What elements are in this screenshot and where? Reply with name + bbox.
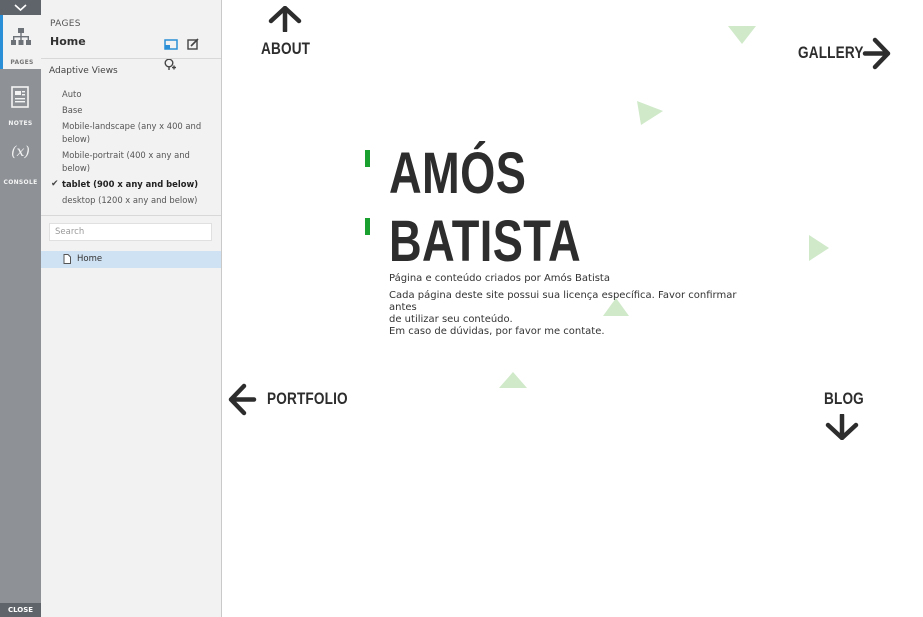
rail-notes-label: NOTES	[8, 120, 33, 127]
triangle-decoration	[499, 372, 527, 388]
arrow-down-icon[interactable]	[825, 414, 859, 440]
edit-page-icon[interactable]	[187, 35, 199, 54]
triangle-decoration	[637, 101, 663, 125]
divider	[41, 215, 221, 216]
current-page-name: Home	[50, 35, 86, 48]
notes-icon	[11, 86, 29, 108]
rail-console-label: CONSOLE	[3, 179, 38, 186]
tree-item-label: Home	[77, 254, 103, 264]
arrow-right-icon[interactable]	[862, 37, 892, 70]
license-line-3: de utilizar seu conteúdo.	[389, 314, 513, 325]
adaptive-views-title: Adaptive Views	[49, 66, 118, 76]
license-line-4: Em caso de dúvidas, por favor me contate…	[389, 326, 605, 337]
license-line-2: antes	[389, 302, 417, 313]
page-canvas: ABOUT GALLERY PORTFOLIO BLOG AMÓS BATIST…	[222, 0, 923, 617]
panel-section-label: PAGES	[50, 19, 81, 29]
chevron-down-icon	[14, 4, 27, 12]
view-item-tablet[interactable]: ✔ tablet (900 x any and below)	[51, 178, 212, 191]
left-rail: PAGES NOTES (x) CONSOLE CLOSE	[0, 0, 41, 617]
rail-pages-button[interactable]: PAGES	[0, 15, 41, 69]
divider	[41, 58, 221, 59]
rail-notes-button[interactable]: NOTES	[0, 76, 41, 130]
view-item-desktop[interactable]: desktop (1200 x any and below)	[62, 194, 212, 207]
adaptive-view-icon[interactable]	[164, 35, 178, 54]
title-line-1: AMÓS	[389, 141, 527, 206]
sitemap-icon	[11, 28, 31, 45]
collapse-toggle[interactable]	[0, 0, 41, 15]
rail-console-button[interactable]: (x) CONSOLE	[0, 135, 41, 189]
rail-close-button[interactable]: CLOSE	[0, 603, 41, 617]
credit-text: Página e conteúdo criados por Amós Batis…	[389, 273, 610, 284]
view-item-base[interactable]: Base	[62, 104, 212, 117]
panel-toolbar	[164, 34, 221, 70]
license-line-1: Cada página deste site possui sua licenç…	[389, 290, 737, 301]
view-item-auto[interactable]: Auto	[62, 88, 212, 101]
checkmark-icon: ✔	[51, 179, 59, 189]
view-item-mobile-landscape[interactable]: Mobile-landscape (any x 400 and below)	[62, 120, 212, 146]
accent-bar	[365, 218, 370, 235]
arrow-up-icon[interactable]	[268, 6, 302, 32]
view-item-mobile-portrait[interactable]: Mobile-portrait (400 x any and below)	[62, 149, 212, 175]
pages-panel: PAGES Home Adaptive Views Auto Base Mobi…	[41, 0, 222, 617]
triangle-decoration	[809, 235, 829, 261]
rail-pages-label: PAGES	[10, 59, 34, 66]
nav-about-link[interactable]: ABOUT	[261, 39, 310, 59]
variable-x-icon: (x)	[11, 144, 30, 160]
page-icon	[63, 254, 71, 264]
triangle-decoration	[728, 26, 756, 44]
nav-blog-link[interactable]: BLOG	[824, 389, 864, 409]
nav-portfolio-link[interactable]: PORTFOLIO	[267, 389, 348, 409]
arrow-left-icon[interactable]	[227, 383, 257, 416]
tree-item-home[interactable]: Home	[41, 251, 221, 268]
title-line-2: BATISTA	[389, 209, 582, 274]
search-input[interactable]: Search	[49, 223, 212, 241]
nav-gallery-link[interactable]: GALLERY	[798, 43, 864, 63]
accent-bar	[365, 150, 370, 167]
